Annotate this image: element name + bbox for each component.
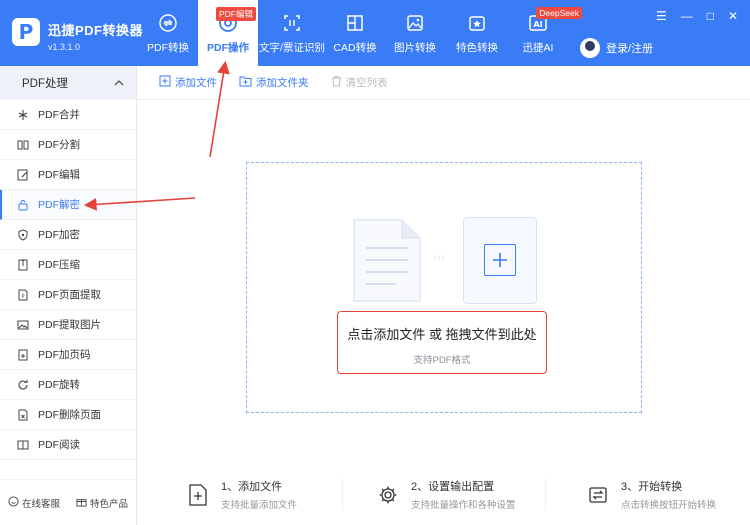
sidebar-item-page-number[interactable]: PDF加页码 [0, 340, 136, 370]
step-divider [342, 478, 343, 510]
svg-text:P: P [21, 294, 24, 300]
rotate-icon [17, 379, 29, 391]
minimize-icon[interactable]: — [681, 9, 693, 23]
drop-zone-subtitle: 支持PDF格式 [413, 355, 471, 366]
shield-icon [17, 228, 29, 241]
step-add-file: 1、添加文件 支持批量添加文件 [187, 478, 297, 511]
service-icon [8, 495, 19, 510]
plus-icon [484, 244, 516, 276]
read-icon [17, 439, 29, 451]
pdf-edit-badge: PDF编辑 [215, 7, 256, 21]
step-start-convert: 3、开始转换 点击转换按钮开始转换 [587, 478, 716, 511]
merge-icon [17, 109, 29, 121]
star-icon [467, 13, 487, 33]
sidebar-item-merge[interactable]: PDF合并 [0, 100, 136, 130]
step-divider [545, 478, 546, 510]
nav-xunjie-ai[interactable]: DeepSeek AI 迅捷AI [508, 0, 582, 66]
sidebar-footer: 在线客服 特色产品 [0, 479, 136, 525]
file-drop-zone[interactable]: ››› 点击添加文件 或 拖拽文件到此处 支持PDF格式 [246, 162, 642, 413]
unlock-icon [17, 199, 29, 211]
sidebar-item-extract-page[interactable]: P PDF页面提取 [0, 280, 136, 310]
add-folder-button[interactable]: 添加文件夹 [239, 75, 309, 90]
sidebar: PDF处理 PDF合并 PDF分割 PDF编辑 PDF解密 PDF加密 PDF压… [0, 66, 137, 525]
window-controls: ☰ — □ ✕ [656, 9, 738, 23]
convert-icon [158, 13, 178, 33]
sidebar-item-edit[interactable]: PDF编辑 [0, 160, 136, 190]
image-icon [405, 13, 425, 33]
online-service-button[interactable]: 在线客服 [8, 495, 60, 510]
sidebar-item-encrypt[interactable]: PDF加密 [0, 220, 136, 250]
edit-icon [17, 169, 29, 181]
extract-image-icon [17, 319, 29, 331]
top-nav: PDF转换 PDF编辑 PDF操作 文字/票证识别 CAD转换 图片转换 特色转… [138, 0, 582, 66]
extract-page-icon: P [17, 289, 29, 301]
chevron-up-icon [114, 77, 124, 89]
add-file-card[interactable] [463, 217, 537, 304]
sidebar-item-extract-image[interactable]: PDF提取图片 [0, 310, 136, 340]
ocr-icon [282, 13, 302, 33]
document-illustration [352, 218, 422, 303]
page-number-icon [17, 349, 29, 361]
sidebar-item-delete-page[interactable]: PDF删除页面 [0, 400, 136, 430]
nav-image-convert[interactable]: 图片转换 [384, 0, 446, 66]
drop-zone-instructions[interactable]: 点击添加文件 或 拖拽文件到此处 支持PDF格式 [337, 311, 547, 374]
sidebar-header[interactable]: PDF处理 [0, 66, 136, 100]
maximize-icon[interactable]: □ [707, 9, 714, 23]
cad-icon [345, 13, 365, 33]
compress-icon [17, 259, 29, 271]
delete-page-icon [17, 409, 29, 421]
sidebar-item-decrypt[interactable]: PDF解密 [0, 190, 136, 220]
svg-text:AI: AI [533, 20, 542, 29]
avatar [580, 38, 600, 58]
featured-products-button[interactable]: 特色产品 [76, 496, 128, 510]
sidebar-item-compress[interactable]: PDF压缩 [0, 250, 136, 280]
add-file-button[interactable]: 添加文件 [159, 75, 217, 90]
arrow-chevrons-icon: ››› [433, 252, 446, 263]
login-button[interactable]: 登录/注册 [580, 38, 653, 58]
login-label: 登录/注册 [606, 43, 654, 55]
deepseek-badge: DeepSeek [536, 7, 582, 19]
convert-step-icon [587, 484, 609, 506]
menu-icon[interactable]: ☰ [656, 9, 667, 23]
nav-special-convert[interactable]: 特色转换 [446, 0, 508, 66]
nav-pdf-convert[interactable]: PDF转换 [138, 0, 198, 66]
clear-list-button[interactable]: 清空列表 [331, 75, 388, 90]
gear-icon [377, 484, 399, 506]
add-file-icon [159, 75, 171, 90]
nav-ocr[interactable]: 文字/票证识别 [258, 0, 326, 66]
drop-zone-title: 点击添加文件 或 拖拽文件到此处 [347, 327, 537, 342]
app-version: v1.3.1.0 [48, 42, 81, 52]
sidebar-item-read[interactable]: PDF阅读 [0, 430, 136, 460]
nav-pdf-operate[interactable]: PDF编辑 PDF操作 [198, 0, 258, 66]
sidebar-item-split[interactable]: PDF分割 [0, 130, 136, 160]
app-logo: P [12, 18, 40, 46]
add-folder-icon [239, 75, 252, 90]
brand: 迅捷PDF转换器 v1.3.1.0 [48, 20, 143, 52]
split-icon [17, 139, 29, 151]
trash-icon [331, 75, 342, 90]
add-file-step-icon [187, 483, 209, 506]
close-icon[interactable]: ✕ [728, 9, 738, 23]
sidebar-item-rotate[interactable]: PDF旋转 [0, 370, 136, 400]
steps-bar: 1、添加文件 支持批量添加文件 2、设置输出配置 支持批量操作和各种设置 3、开… [137, 468, 750, 518]
nav-cad-convert[interactable]: CAD转换 [326, 0, 384, 66]
app-name: 迅捷PDF转换器 [48, 23, 144, 38]
gift-icon [76, 496, 87, 510]
app-header: P 迅捷PDF转换器 v1.3.1.0 PDF转换 PDF编辑 PDF操作 文字… [0, 0, 750, 66]
toolbar: 添加文件 添加文件夹 清空列表 [137, 66, 750, 100]
step-output-config: 2、设置输出配置 支持批量操作和各种设置 [377, 478, 516, 511]
